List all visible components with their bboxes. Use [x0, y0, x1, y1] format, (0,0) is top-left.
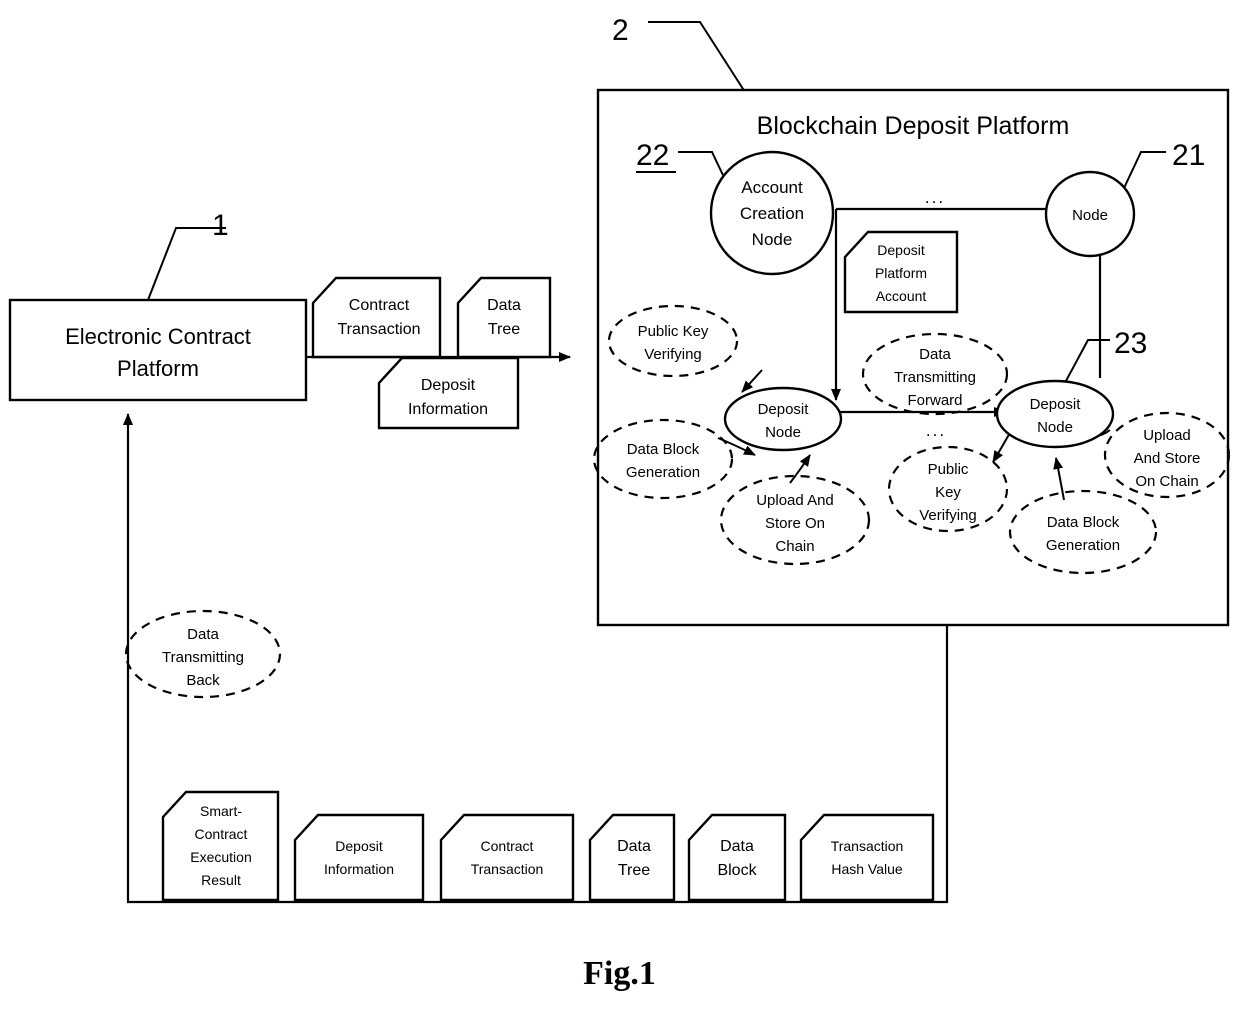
- blockchain-platform-title: Blockchain Deposit Platform: [757, 112, 1070, 140]
- dtb-line-2: Transmitting: [162, 649, 244, 666]
- ref-numeral-21: 21: [1172, 139, 1205, 172]
- figure-canvas: 2 Blockchain Deposit Platform 22 21 23 .…: [0, 0, 1239, 1020]
- left-public-key-verifying-line-2: Verifying: [644, 346, 702, 363]
- account-creation-node-label-2: Creation: [740, 204, 804, 223]
- deposit-node-right[interactable]: Deposit Node: [995, 379, 1115, 449]
- deposit-node-right-line-1: Deposit: [1030, 396, 1082, 413]
- ref-numeral-2-group: 2: [612, 14, 746, 93]
- right-dtf-line-3: Forward: [907, 392, 962, 409]
- input-doc-di-line-2: Information: [408, 401, 488, 418]
- left-public-key-verifying-line-1: Public Key: [638, 323, 709, 340]
- right-upload-store-line-2: And Store: [1134, 450, 1201, 467]
- input-doc-data-tree[interactable]: Data Tree: [456, 276, 552, 359]
- return-doc-ct-line-2: Transaction: [471, 861, 544, 877]
- data-transmitting-back-ellipse[interactable]: Data Transmitting Back: [124, 609, 282, 699]
- return-doc-db-line-2: Block: [717, 862, 757, 879]
- ellipsis-mid: ...: [926, 421, 946, 440]
- input-doc-contract-transaction[interactable]: Contract Transaction: [311, 276, 442, 359]
- right-pkv-line-1: Public: [928, 461, 969, 478]
- ref-numeral-1: 1: [212, 209, 229, 242]
- return-doc-di-line-2: Information: [324, 861, 394, 877]
- return-doc-thv-line-2: Hash Value: [831, 861, 903, 877]
- return-doc-ct-shape: [439, 813, 575, 902]
- input-doc-dt-line-1: Data: [487, 297, 521, 314]
- return-doc-contract-transaction[interactable]: Contract Transaction: [439, 813, 575, 902]
- deposit-platform-account-line-2: Platform: [875, 265, 927, 281]
- deposit-node-left-line-2: Node: [765, 424, 801, 441]
- return-doc-scer-line-3: Execution: [190, 849, 251, 865]
- return-doc-scer-line-2: Contract: [195, 826, 248, 842]
- right-dbg-line-1: Data Block: [1047, 514, 1120, 531]
- left-upload-store-line-3: Chain: [775, 538, 814, 555]
- return-doc-dt-line-1: Data: [617, 838, 651, 855]
- ellipsis-top: ...: [925, 188, 945, 207]
- account-creation-node[interactable]: Account Creation Node: [709, 150, 835, 276]
- right-dbg-line-2: Generation: [1046, 537, 1120, 554]
- dtb-line-1: Data: [187, 626, 219, 643]
- return-doc-thv-line-1: Transaction: [831, 838, 904, 854]
- patent-diagram: 2 Blockchain Deposit Platform 22 21 23 .…: [8, 14, 1231, 904]
- electronic-contract-platform-label-1: Electronic Contract: [65, 324, 251, 349]
- ref-numeral-22: 22: [636, 139, 669, 172]
- deposit-node-right-line-2: Node: [1037, 419, 1073, 436]
- ref-numeral-23: 23: [1114, 327, 1147, 360]
- input-doc-deposit-information[interactable]: Deposit Information: [377, 356, 520, 430]
- ref-numeral-2: 2: [612, 14, 629, 47]
- return-doc-transaction-hash-value[interactable]: Transaction Hash Value: [799, 813, 935, 902]
- deposit-platform-account-line-1: Deposit: [877, 242, 925, 258]
- input-doc-dt-line-2: Tree: [488, 321, 520, 338]
- return-doc-deposit-information[interactable]: Deposit Information: [293, 813, 425, 902]
- right-upload-store-line-3: On Chain: [1135, 473, 1198, 490]
- return-doc-ct-line-1: Contract: [481, 838, 534, 854]
- right-dtf-line-1: Data: [919, 346, 951, 363]
- electronic-contract-platform-label-2: Platform: [117, 356, 199, 381]
- deposit-node-left-line-1: Deposit: [758, 401, 810, 418]
- left-upload-store-line-1: Upload And: [756, 492, 834, 509]
- return-doc-smart-contract-execution-result[interactable]: Smart- Contract Execution Result: [161, 790, 280, 902]
- return-doc-di-shape: [293, 813, 425, 902]
- return-doc-dt-shape: [588, 813, 676, 902]
- deposit-platform-account-document[interactable]: Deposit Platform Account: [843, 230, 959, 314]
- left-data-block-generation-line-2: Generation: [626, 464, 700, 481]
- generic-node[interactable]: Node: [1044, 170, 1136, 258]
- return-doc-dt-line-2: Tree: [618, 862, 650, 879]
- generic-node-label: Node: [1072, 207, 1108, 224]
- account-creation-node-label-1: Account: [741, 178, 803, 197]
- input-doc-data-tree-shape: [456, 276, 552, 359]
- deposit-platform-account-line-3: Account: [876, 288, 927, 304]
- right-dtf-line-2: Transmitting: [894, 369, 976, 386]
- return-doc-scer-line-4: Result: [201, 872, 241, 888]
- electronic-contract-platform[interactable]: Electronic Contract Platform: [8, 298, 308, 402]
- figure-caption: Fig.1: [583, 955, 656, 992]
- account-creation-node-label-3: Node: [752, 230, 793, 249]
- deposit-node-left[interactable]: Deposit Node: [723, 386, 843, 452]
- return-doc-scer-line-1: Smart-: [200, 803, 242, 819]
- dtb-line-3: Back: [186, 672, 220, 689]
- right-pkv-line-2: Key: [935, 484, 961, 501]
- return-doc-di-line-1: Deposit: [335, 838, 383, 854]
- right-upload-store-line-1: Upload: [1143, 427, 1191, 444]
- left-upload-store-line-2: Store On: [765, 515, 825, 532]
- return-doc-db-shape: [687, 813, 787, 902]
- electronic-contract-platform-box: [8, 298, 308, 402]
- left-data-block-generation-line-1: Data Block: [627, 441, 700, 458]
- return-doc-db-line-1: Data: [720, 838, 754, 855]
- return-doc-data-tree[interactable]: Data Tree: [588, 813, 676, 902]
- return-doc-data-block[interactable]: Data Block: [687, 813, 787, 902]
- deposit-node-right-shape: [995, 379, 1115, 449]
- right-pkv-line-3: Verifying: [919, 507, 977, 524]
- input-doc-ct-line-1: Contract: [349, 297, 410, 314]
- ref-numeral-1-group: 1: [147, 209, 229, 301]
- leader-line-2: [648, 21, 746, 93]
- return-doc-thv-shape: [799, 813, 935, 902]
- input-doc-contract-transaction-shape: [311, 276, 442, 359]
- input-doc-ct-line-2: Transaction: [338, 321, 421, 338]
- input-doc-di-line-1: Deposit: [421, 377, 476, 394]
